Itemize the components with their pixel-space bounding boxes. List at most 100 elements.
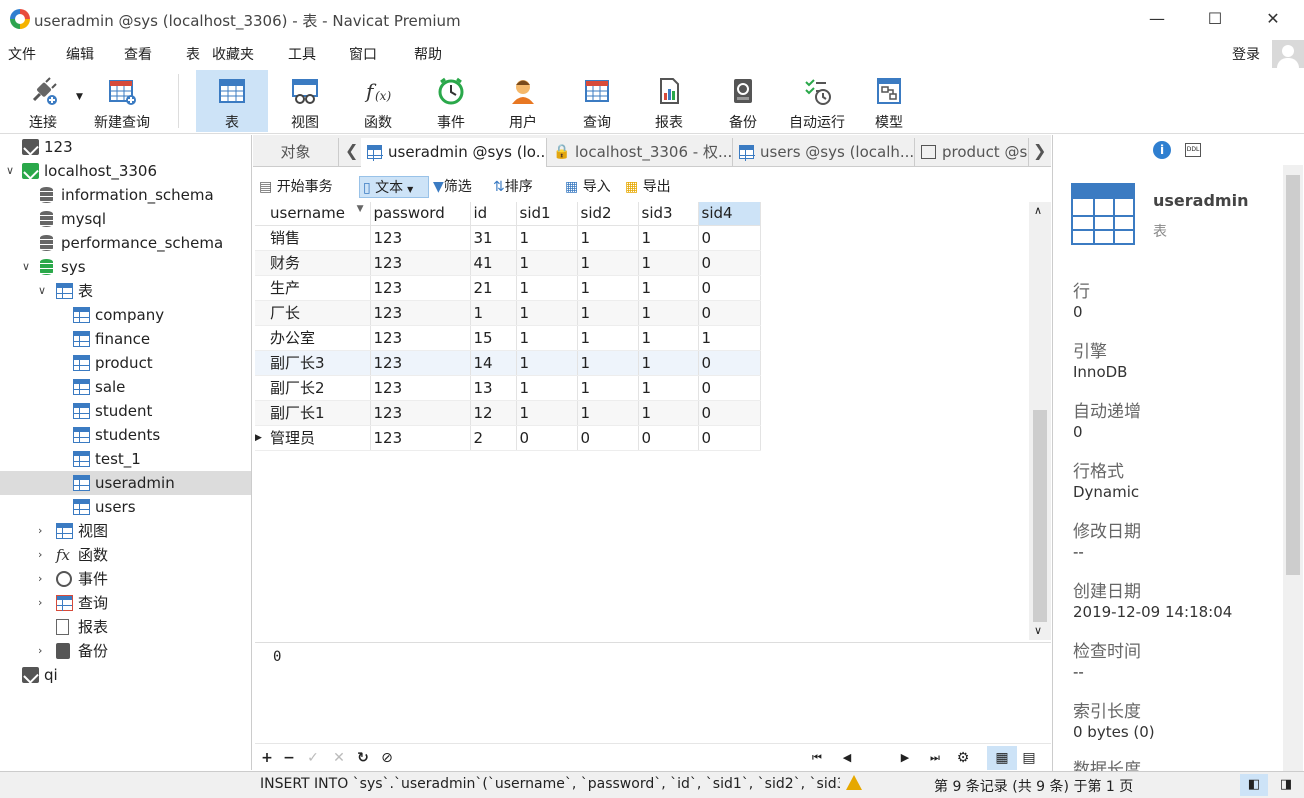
backup-button[interactable]: 备份: [708, 70, 778, 132]
refresh-button[interactable]: ↻: [355, 748, 371, 768]
column-header-id[interactable]: id: [470, 202, 517, 226]
cell-sid2[interactable]: 0: [577, 425, 639, 451]
menu-file[interactable]: 文件: [8, 44, 36, 64]
cell-sid4[interactable]: 0: [698, 225, 761, 251]
tree-conn-localhost[interactable]: ∨ localhost_3306: [0, 159, 251, 183]
discard-changes-button[interactable]: ✕: [331, 748, 347, 768]
cell-password[interactable]: 123: [370, 250, 471, 276]
table-row-current[interactable]: ▶ 管理员 123 2 0 0 0 0: [255, 425, 761, 451]
cell-sid2[interactable]: 1: [577, 275, 639, 301]
tree-db-mysql[interactable]: mysql: [0, 207, 251, 231]
cell-sid4[interactable]: 0: [698, 400, 761, 426]
grid-vertical-scrollbar[interactable]: ∧ ∨: [1029, 202, 1051, 640]
scrollbar-thumb[interactable]: [1286, 175, 1300, 575]
cell-sid4[interactable]: 0: [698, 425, 761, 451]
chevron-down-icon[interactable]: ∨: [6, 159, 18, 183]
column-header-sid2[interactable]: sid2: [577, 202, 639, 226]
table-row[interactable]: 办公室 123 15 1 1 1 1: [255, 325, 761, 351]
menu-window[interactable]: 窗口: [349, 44, 377, 64]
cell-username[interactable]: 办公室: [267, 325, 371, 351]
view-button[interactable]: 视图: [270, 70, 340, 132]
cell-sid3[interactable]: 1: [638, 375, 699, 401]
stop-button[interactable]: ⊘: [379, 748, 395, 768]
chevron-down-icon[interactable]: ∨: [22, 255, 34, 279]
automation-button[interactable]: 自动运行: [782, 70, 852, 132]
cell-sid4[interactable]: 0: [698, 250, 761, 276]
cell-sid2[interactable]: 1: [577, 325, 639, 351]
warning-icon[interactable]: [846, 775, 862, 790]
chevron-right-icon[interactable]: ❯: [1033, 141, 1046, 160]
import-button[interactable]: ▦ 导入: [565, 176, 611, 198]
tree-conn-qi[interactable]: qi: [0, 663, 251, 687]
cell-sid2[interactable]: 1: [577, 400, 639, 426]
cell-username[interactable]: 财务: [267, 250, 371, 276]
last-page-button[interactable]: ⏭: [927, 748, 943, 768]
user-button[interactable]: 用户: [488, 70, 558, 132]
avatar-icon[interactable]: [1272, 40, 1304, 70]
cell-sid1[interactable]: 0: [516, 425, 578, 451]
cell-id[interactable]: 1: [470, 300, 517, 326]
table-row[interactable]: 副厂长1 123 12 1 1 1 0: [255, 400, 761, 426]
tree-table-sale[interactable]: sale: [0, 375, 251, 399]
cell-username[interactable]: 副厂长2: [267, 375, 371, 401]
add-record-button[interactable]: +: [259, 748, 275, 768]
table-row[interactable]: 厂长 123 1 1 1 1 0: [255, 300, 761, 326]
tab-localhost-privileges[interactable]: 🔒 localhost_3306 - 权...: [547, 138, 733, 167]
chevron-right-icon[interactable]: ›: [38, 519, 50, 543]
column-header-username[interactable]: username ▼: [267, 202, 371, 226]
layout-right-panel-icon[interactable]: ◨: [1272, 774, 1300, 796]
cell-sid1[interactable]: 1: [516, 325, 578, 351]
cell-sid4[interactable]: 0: [698, 300, 761, 326]
tree-db-information-schema[interactable]: information_schema: [0, 183, 251, 207]
apply-changes-button[interactable]: ✓: [305, 748, 321, 768]
new-query-button[interactable]: 新建查询: [88, 70, 156, 132]
cell-username[interactable]: 生产: [267, 275, 371, 301]
cell-sid4[interactable]: 0: [698, 375, 761, 401]
cell-id[interactable]: 14: [470, 350, 517, 376]
menu-favorites[interactable]: 收藏夹: [212, 44, 254, 64]
connect-button[interactable]: 连接: [14, 70, 72, 132]
cell-password[interactable]: 123: [370, 225, 471, 251]
model-button[interactable]: 模型: [856, 70, 922, 132]
layout-left-panel-icon[interactable]: ◧: [1240, 774, 1268, 796]
cell-id[interactable]: 2: [470, 425, 517, 451]
cell-password[interactable]: 123: [370, 325, 471, 351]
export-button[interactable]: ▦ 导出: [625, 176, 671, 198]
tree-views-group[interactable]: › 视图: [0, 519, 251, 543]
begin-transaction-button[interactable]: ▤ 开始事务: [259, 176, 333, 198]
cell-password[interactable]: 123: [370, 425, 471, 451]
chevron-right-icon[interactable]: ›: [38, 639, 50, 663]
column-header-sid3[interactable]: sid3: [638, 202, 699, 226]
scroll-up-icon[interactable]: ∧: [1034, 204, 1042, 217]
login-link[interactable]: 登录: [1232, 44, 1260, 64]
cell-sid4[interactable]: 0: [698, 350, 761, 376]
tree-functions-group[interactable]: › fx 函数: [0, 543, 251, 567]
delete-record-button[interactable]: −: [281, 748, 297, 768]
cell-sid3[interactable]: 1: [638, 250, 699, 276]
menu-view[interactable]: 查看: [124, 44, 152, 64]
cell-sid4[interactable]: 1: [698, 325, 761, 351]
chevron-down-icon[interactable]: ∨: [38, 279, 50, 303]
prev-page-button[interactable]: ◀: [839, 748, 855, 768]
tree-reports-group[interactable]: 报表: [0, 615, 251, 639]
cell-sid2[interactable]: 1: [577, 350, 639, 376]
grid-view-button[interactable]: ▦: [987, 746, 1017, 770]
cell-sid2[interactable]: 1: [577, 300, 639, 326]
tree-conn-123[interactable]: 123: [0, 135, 251, 159]
tree-table-product[interactable]: product: [0, 351, 251, 375]
cell-password[interactable]: 123: [370, 300, 471, 326]
tree-events-group[interactable]: › 事件: [0, 567, 251, 591]
cell-username[interactable]: 管理员: [267, 425, 371, 451]
ddl-icon[interactable]: DDL: [1185, 143, 1201, 157]
cell-id[interactable]: 15: [470, 325, 517, 351]
table-row[interactable]: 副厂长2 123 13 1 1 1 0: [255, 375, 761, 401]
tree-queries-group[interactable]: › 查询: [0, 591, 251, 615]
tab-useradmin[interactable]: useradmin @sys (lo...: [361, 138, 547, 167]
column-header-sid1[interactable]: sid1: [516, 202, 578, 226]
table-row[interactable]: 销售 123 31 1 1 1 0: [255, 225, 761, 251]
scrollbar-thumb[interactable]: [1033, 410, 1047, 622]
cell-password[interactable]: 123: [370, 275, 471, 301]
cell-sid2[interactable]: 1: [577, 375, 639, 401]
tab-users[interactable]: users @sys (localh...: [733, 138, 915, 167]
tree-db-performance-schema[interactable]: performance_schema: [0, 231, 251, 255]
